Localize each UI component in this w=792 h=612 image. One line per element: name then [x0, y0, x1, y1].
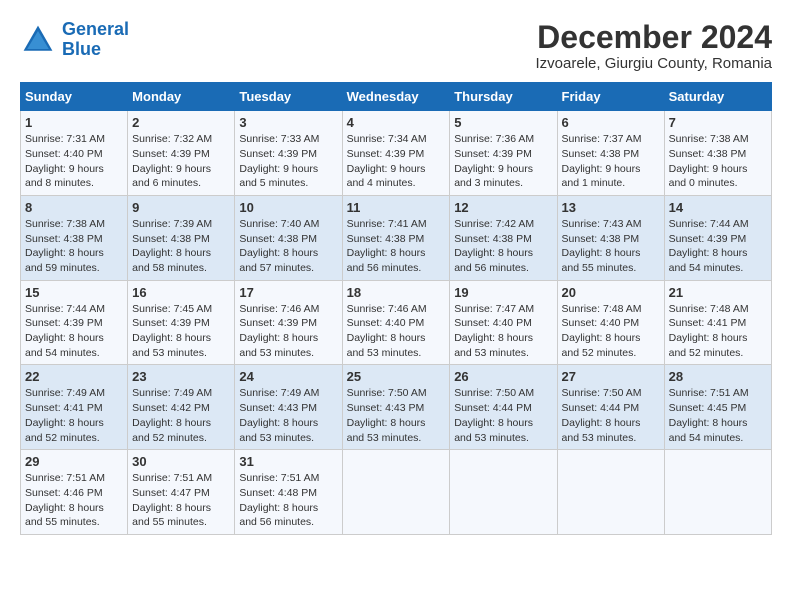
- table-row: 15 Sunrise: 7:44 AMSunset: 4:39 PMDaylig…: [21, 280, 772, 365]
- logo-text: General Blue: [62, 20, 129, 60]
- title-block: December 2024 Izvoarele, Giurgiu County,…: [536, 20, 773, 72]
- logo-line1: General: [62, 19, 129, 39]
- day-1: 1 Sunrise: 7:31 AMSunset: 4:40 PMDayligh…: [21, 111, 128, 196]
- day-28: 28 Sunrise: 7:51 AMSunset: 4:45 PMDaylig…: [664, 365, 771, 450]
- page-header: General Blue December 2024 Izvoarele, Gi…: [20, 20, 772, 72]
- col-wednesday: Wednesday: [342, 83, 450, 111]
- day-29: 29 Sunrise: 7:51 AMSunset: 4:46 PMDaylig…: [21, 450, 128, 535]
- empty-cell: [557, 450, 664, 535]
- logo-icon: [20, 22, 56, 58]
- empty-cell: [664, 450, 771, 535]
- day-3: 3 Sunrise: 7:33 AMSunset: 4:39 PMDayligh…: [235, 111, 342, 196]
- day-12: 12 Sunrise: 7:42 AMSunset: 4:38 PMDaylig…: [450, 195, 557, 280]
- day-30: 30 Sunrise: 7:51 AMSunset: 4:47 PMDaylig…: [128, 450, 235, 535]
- day-17: 17 Sunrise: 7:46 AMSunset: 4:39 PMDaylig…: [235, 280, 342, 365]
- day-10: 10 Sunrise: 7:40 AMSunset: 4:38 PMDaylig…: [235, 195, 342, 280]
- day-22: 22 Sunrise: 7:49 AMSunset: 4:41 PMDaylig…: [21, 365, 128, 450]
- col-monday: Monday: [128, 83, 235, 111]
- day-20: 20 Sunrise: 7:48 AMSunset: 4:40 PMDaylig…: [557, 280, 664, 365]
- day-18: 18 Sunrise: 7:46 AMSunset: 4:40 PMDaylig…: [342, 280, 450, 365]
- day-14: 14 Sunrise: 7:44 AMSunset: 4:39 PMDaylig…: [664, 195, 771, 280]
- day-25: 25 Sunrise: 7:50 AMSunset: 4:43 PMDaylig…: [342, 365, 450, 450]
- day-11: 11 Sunrise: 7:41 AMSunset: 4:38 PMDaylig…: [342, 195, 450, 280]
- day-8: 8 Sunrise: 7:38 AMSunset: 4:38 PMDayligh…: [21, 195, 128, 280]
- col-tuesday: Tuesday: [235, 83, 342, 111]
- day-21: 21 Sunrise: 7:48 AMSunset: 4:41 PMDaylig…: [664, 280, 771, 365]
- table-row: 22 Sunrise: 7:49 AMSunset: 4:41 PMDaylig…: [21, 365, 772, 450]
- day-9: 9 Sunrise: 7:39 AMSunset: 4:38 PMDayligh…: [128, 195, 235, 280]
- calendar-table: Sunday Monday Tuesday Wednesday Thursday…: [20, 82, 772, 535]
- logo: General Blue: [20, 20, 129, 60]
- page-title: December 2024: [536, 20, 773, 55]
- day-6: 6 Sunrise: 7:37 AMSunset: 4:38 PMDayligh…: [557, 111, 664, 196]
- empty-cell: [342, 450, 450, 535]
- day-23: 23 Sunrise: 7:49 AMSunset: 4:42 PMDaylig…: [128, 365, 235, 450]
- day-26: 26 Sunrise: 7:50 AMSunset: 4:44 PMDaylig…: [450, 365, 557, 450]
- col-sunday: Sunday: [21, 83, 128, 111]
- day-24: 24 Sunrise: 7:49 AMSunset: 4:43 PMDaylig…: [235, 365, 342, 450]
- day-5: 5 Sunrise: 7:36 AMSunset: 4:39 PMDayligh…: [450, 111, 557, 196]
- col-thursday: Thursday: [450, 83, 557, 111]
- table-row: 1 Sunrise: 7:31 AMSunset: 4:40 PMDayligh…: [21, 111, 772, 196]
- day-4: 4 Sunrise: 7:34 AMSunset: 4:39 PMDayligh…: [342, 111, 450, 196]
- col-saturday: Saturday: [664, 83, 771, 111]
- day-27: 27 Sunrise: 7:50 AMSunset: 4:44 PMDaylig…: [557, 365, 664, 450]
- page-subtitle: Izvoarele, Giurgiu County, Romania: [536, 55, 773, 72]
- col-friday: Friday: [557, 83, 664, 111]
- table-row: 29 Sunrise: 7:51 AMSunset: 4:46 PMDaylig…: [21, 450, 772, 535]
- day-15: 15 Sunrise: 7:44 AMSunset: 4:39 PMDaylig…: [21, 280, 128, 365]
- empty-cell: [450, 450, 557, 535]
- day-19: 19 Sunrise: 7:47 AMSunset: 4:40 PMDaylig…: [450, 280, 557, 365]
- day-13: 13 Sunrise: 7:43 AMSunset: 4:38 PMDaylig…: [557, 195, 664, 280]
- table-row: 8 Sunrise: 7:38 AMSunset: 4:38 PMDayligh…: [21, 195, 772, 280]
- day-2: 2 Sunrise: 7:32 AMSunset: 4:39 PMDayligh…: [128, 111, 235, 196]
- calendar-header-row: Sunday Monday Tuesday Wednesday Thursday…: [21, 83, 772, 111]
- day-31: 31 Sunrise: 7:51 AMSunset: 4:48 PMDaylig…: [235, 450, 342, 535]
- day-16: 16 Sunrise: 7:45 AMSunset: 4:39 PMDaylig…: [128, 280, 235, 365]
- day-7: 7 Sunrise: 7:38 AMSunset: 4:38 PMDayligh…: [664, 111, 771, 196]
- logo-line2: Blue: [62, 39, 101, 59]
